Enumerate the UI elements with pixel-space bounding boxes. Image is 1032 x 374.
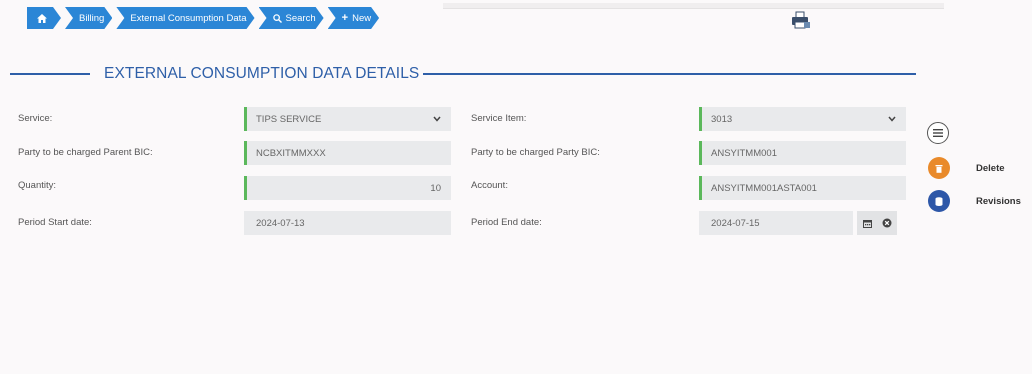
quantity-value: 10 bbox=[430, 182, 441, 194]
menu-button[interactable] bbox=[927, 122, 949, 144]
breadcrumb-new[interactable]: + New bbox=[328, 7, 379, 29]
search-icon bbox=[273, 14, 282, 23]
service-item-value: 3013 bbox=[711, 113, 733, 125]
revisions-button[interactable] bbox=[928, 190, 950, 212]
trash-icon bbox=[935, 164, 943, 173]
account-field[interactable]: ANSYITMM001ASTA001 bbox=[699, 176, 906, 200]
quantity-field[interactable]: 10 bbox=[244, 176, 451, 200]
section-divider-left bbox=[10, 73, 90, 75]
period-end-value: 2024-07-15 bbox=[711, 217, 760, 229]
party-bic-field[interactable]: ANSYITMM001 bbox=[699, 141, 906, 165]
period-end-label: Period End date: bbox=[471, 217, 542, 228]
service-item-label: Service Item: bbox=[471, 113, 527, 124]
parent-bic-label: Party to be charged Parent BIC: bbox=[18, 147, 153, 158]
service-value: TIPS SERVICE bbox=[256, 113, 322, 125]
breadcrumb-billing[interactable]: Billing bbox=[65, 7, 112, 29]
service-item-select[interactable]: 3013 bbox=[699, 107, 906, 131]
section-divider-right bbox=[423, 73, 916, 75]
list-icon bbox=[933, 129, 943, 137]
breadcrumb-external-consumption-data[interactable]: External Consumption Data bbox=[116, 7, 254, 29]
account-label: Account: bbox=[471, 180, 508, 191]
breadcrumb-search-label: Search bbox=[285, 12, 316, 24]
home-icon bbox=[37, 14, 47, 23]
party-bic-value: ANSYITMM001 bbox=[711, 147, 777, 159]
breadcrumb-home[interactable] bbox=[27, 7, 61, 29]
account-value: ANSYITMM001ASTA001 bbox=[711, 182, 817, 194]
breadcrumb: Billing External Consumption Data Search… bbox=[27, 7, 383, 29]
breadcrumb-search[interactable]: Search bbox=[259, 7, 324, 29]
period-start-value: 2024-07-13 bbox=[256, 217, 305, 229]
period-start-label: Period Start date: bbox=[18, 217, 92, 228]
service-select[interactable]: TIPS SERVICE bbox=[244, 107, 451, 131]
parent-bic-value: NCBXITMMXXX bbox=[256, 147, 326, 159]
plus-icon: + bbox=[341, 12, 349, 24]
period-start-field[interactable]: 2024-07-13 bbox=[244, 211, 451, 235]
clear-icon bbox=[882, 218, 892, 228]
top-toolbar-strip bbox=[443, 3, 944, 9]
period-end-field[interactable]: 2024-07-15 bbox=[699, 211, 853, 235]
calendar-button[interactable] bbox=[857, 211, 877, 235]
delete-label[interactable]: Delete bbox=[976, 163, 1005, 174]
breadcrumb-ecd-label: External Consumption Data bbox=[130, 12, 247, 24]
calendar-icon bbox=[862, 219, 872, 228]
quantity-label: Quantity: bbox=[18, 180, 57, 191]
breadcrumb-billing-label: Billing bbox=[79, 12, 105, 24]
section-title: EXTERNAL CONSUMPTION DATA DETAILS bbox=[104, 65, 420, 82]
service-label: Service: bbox=[18, 113, 53, 124]
database-icon bbox=[935, 196, 943, 206]
party-bic-label: Party to be charged Party BIC: bbox=[471, 147, 600, 158]
chevron-down-icon bbox=[888, 116, 896, 122]
breadcrumb-new-label: New bbox=[352, 12, 372, 24]
chevron-down-icon bbox=[433, 116, 441, 122]
revisions-label[interactable]: Revisions bbox=[976, 196, 1021, 207]
clear-date-button[interactable] bbox=[877, 211, 897, 235]
delete-button[interactable] bbox=[928, 157, 950, 179]
parent-bic-field[interactable]: NCBXITMMXXX bbox=[244, 141, 451, 165]
print-icon[interactable] bbox=[791, 10, 811, 35]
